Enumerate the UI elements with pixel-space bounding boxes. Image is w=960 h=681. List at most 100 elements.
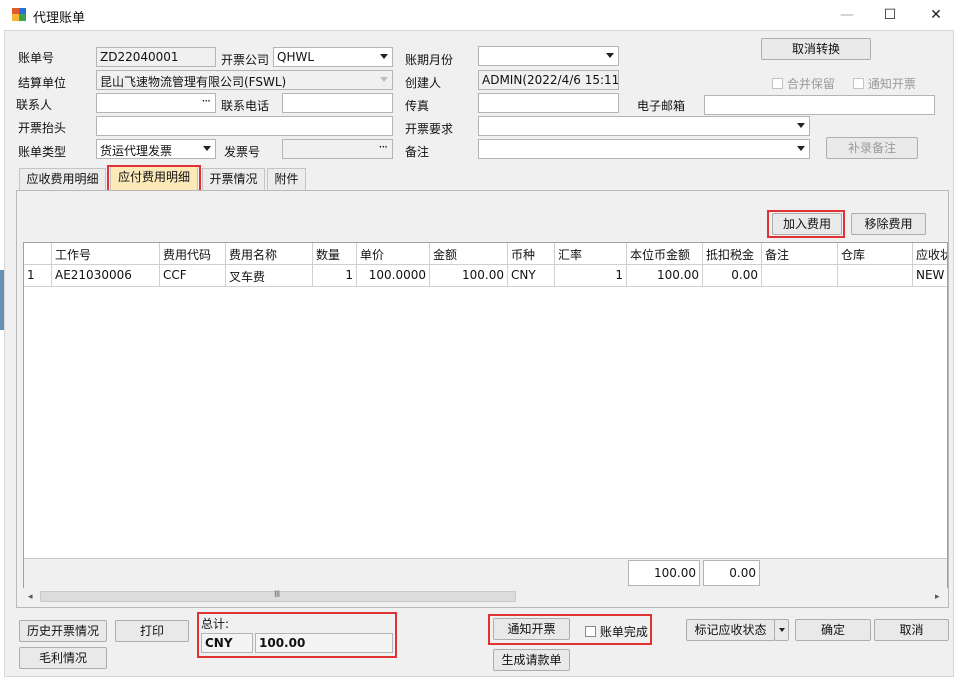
- fax-field[interactable]: [478, 93, 619, 113]
- bill-no-field[interactable]: ZD22040001: [96, 47, 216, 67]
- column-header[interactable]: 仓库: [838, 243, 913, 265]
- bill-no-label: 账单号: [18, 51, 55, 65]
- print-button[interactable]: 打印: [115, 620, 189, 642]
- tab-attachments[interactable]: 附件: [267, 168, 306, 190]
- tax-total: 0.00: [703, 560, 760, 586]
- invoice-no-label: 发票号: [224, 145, 261, 159]
- mark-status-dropdown[interactable]: [774, 619, 789, 641]
- column-header[interactable]: [24, 243, 52, 265]
- background-window-edge: [0, 270, 4, 330]
- contact-label: 联系人: [16, 98, 53, 112]
- column-header[interactable]: 费用代码: [160, 243, 226, 265]
- scroll-grip-icon: Ⅲ: [274, 590, 281, 600]
- creator-field: ADMIN(2022/4/6 15:11:: [478, 70, 619, 90]
- ellipsis-icon: ···: [378, 140, 389, 154]
- column-header[interactable]: 币种: [508, 243, 555, 265]
- cancel-button[interactable]: 取消: [874, 619, 949, 641]
- merge-keep-text: 合并保留: [786, 77, 835, 91]
- table-cell[interactable]: 1: [313, 265, 357, 287]
- scroll-left-icon[interactable]: ◂: [28, 592, 33, 602]
- phone-field[interactable]: [282, 93, 393, 113]
- table-cell[interactable]: [838, 265, 913, 287]
- total-label: 总计:: [201, 617, 230, 631]
- invoice-title-field[interactable]: [96, 116, 393, 136]
- maximize-button[interactable]: ☐: [876, 5, 904, 25]
- chevron-down-icon: [606, 53, 614, 58]
- bill-done-text: 账单完成: [599, 625, 648, 639]
- invoice-company-label: 开票公司: [221, 53, 270, 67]
- remark-label: 备注: [405, 145, 430, 159]
- column-header[interactable]: 金额: [430, 243, 508, 265]
- bill-type-label: 账单类型: [18, 145, 67, 159]
- chevron-down-icon: [380, 77, 388, 82]
- table-cell[interactable]: [762, 265, 838, 287]
- window-title: 代理账单: [33, 11, 86, 26]
- ok-button[interactable]: 确定: [795, 619, 871, 641]
- total-amount: 100.00: [255, 633, 393, 653]
- email-label: 电子邮箱: [637, 99, 686, 113]
- row-number[interactable]: 1: [24, 265, 52, 287]
- column-header[interactable]: 费用名称: [226, 243, 313, 265]
- bill-month-select[interactable]: [478, 46, 619, 66]
- invoice-company-select[interactable]: QHWL: [273, 47, 393, 67]
- column-header[interactable]: 单价: [357, 243, 430, 265]
- table-cell[interactable]: CNY: [508, 265, 555, 287]
- bill-type-select[interactable]: 货运代理发票: [96, 139, 216, 159]
- table-cell[interactable]: 100.0000: [357, 265, 430, 287]
- table-cell[interactable]: 叉车费: [226, 265, 313, 287]
- ellipsis-icon[interactable]: ···: [202, 94, 212, 108]
- table-cell[interactable]: 0.00: [703, 265, 762, 287]
- invoice-no-field: ···: [282, 139, 393, 159]
- minimize-button[interactable]: —: [833, 5, 861, 25]
- table-cell[interactable]: 100.00: [430, 265, 508, 287]
- contact-field[interactable]: ···: [96, 93, 216, 113]
- notify-invoice-button[interactable]: 通知开票: [493, 618, 570, 640]
- table-cell[interactable]: 100.00: [627, 265, 703, 287]
- cancel-convert-button[interactable]: 取消转换: [761, 38, 871, 60]
- chevron-down-icon: [779, 628, 785, 632]
- highlight-add-fee: [767, 210, 845, 238]
- chevron-down-icon: [203, 146, 211, 151]
- bill-done-checkbox[interactable]: 账单完成: [585, 623, 648, 640]
- generate-payment-request-button[interactable]: 生成请款单: [493, 649, 570, 671]
- bill-month-label: 账期月份: [405, 53, 454, 67]
- column-header[interactable]: 数量: [313, 243, 357, 265]
- column-header[interactable]: 应收状: [913, 243, 947, 265]
- merge-keep-checkbox: 合并保留: [772, 75, 835, 92]
- column-header[interactable]: 抵扣税金: [703, 243, 762, 265]
- local-amount-total: 100.00: [628, 560, 700, 586]
- tab-invoice-status[interactable]: 开票情况: [202, 168, 265, 190]
- notify-invoice-check-icon: [853, 78, 864, 89]
- scroll-right-icon[interactable]: ▸: [935, 592, 940, 602]
- settle-unit-select: 昆山飞速物流管理有限公司(FSWL): [96, 70, 393, 90]
- column-header[interactable]: 备注: [762, 243, 838, 265]
- column-header[interactable]: 本位币金额: [627, 243, 703, 265]
- fee-grid[interactable]: 工作号 费用代码 费用名称 数量 单价 金额 币种 汇率 本位币金额 抵扣税金 …: [23, 242, 948, 588]
- history-invoice-button[interactable]: 历史开票情况: [19, 620, 107, 642]
- invoice-req-select[interactable]: [478, 116, 810, 136]
- close-button[interactable]: ✕: [922, 5, 950, 25]
- remark-select[interactable]: [478, 139, 810, 159]
- remove-fee-button[interactable]: 移除费用: [851, 213, 926, 235]
- tab-receivable-details[interactable]: 应收费用明细: [19, 168, 106, 190]
- table-cell[interactable]: 1: [555, 265, 627, 287]
- fax-label: 传真: [405, 99, 430, 113]
- column-header[interactable]: 汇率: [555, 243, 627, 265]
- email-field[interactable]: [704, 95, 935, 115]
- gross-profit-button[interactable]: 毛利情况: [19, 647, 107, 669]
- settle-unit-value: 昆山飞速物流管理有限公司(FSWL): [100, 75, 287, 89]
- table-cell[interactable]: AE21030006: [52, 265, 160, 287]
- table-cell[interactable]: CCF: [160, 265, 226, 287]
- chevron-down-icon: [380, 54, 388, 59]
- table-cell[interactable]: NEW: [913, 265, 947, 287]
- invoice-title-label: 开票抬头: [18, 121, 67, 135]
- notify-invoice-text: 通知开票: [867, 77, 916, 91]
- chevron-down-icon: [797, 146, 805, 151]
- bill-done-check-icon[interactable]: [585, 626, 596, 637]
- invoice-company-value: QHWL: [277, 50, 315, 64]
- creator-label: 创建人: [405, 76, 442, 90]
- mark-status-button[interactable]: 标记应收状态: [686, 619, 775, 641]
- invoice-req-label: 开票要求: [405, 122, 454, 136]
- column-header[interactable]: 工作号: [52, 243, 160, 265]
- app-icon: [12, 8, 26, 21]
